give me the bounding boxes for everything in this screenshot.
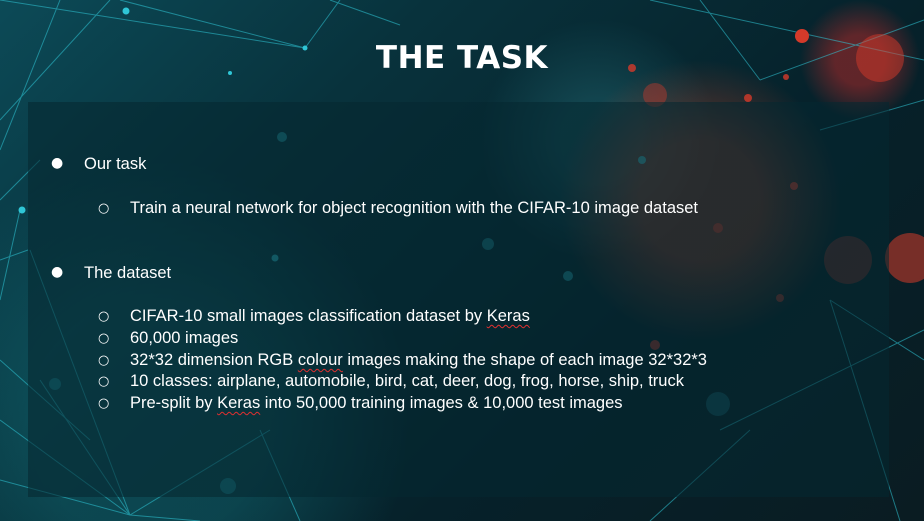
list-item-split: Pre-split by Keras into 50,000 training … [130, 394, 623, 413]
bullet-marker: ● [51, 264, 64, 280]
item-text: 32*32 dimension RGB [130, 351, 298, 369]
sub-bullet-marker: ○ [98, 309, 110, 324]
section-heading-dataset: The dataset [84, 264, 172, 282]
item-text: images making the shape of each image 32… [342, 351, 707, 369]
bullet-list: ● Our task ○ Train a neural network for … [0, 0, 924, 521]
list-item-classes: 10 classes: airplane, automobile, bird, … [130, 372, 684, 390]
sub-bullet-marker: ○ [98, 331, 110, 346]
spellcheck-flagged-word: Keras [217, 394, 261, 412]
sub-bullet-marker: ○ [98, 201, 110, 216]
list-item-dataset-source: CIFAR-10 small images classification dat… [130, 307, 530, 326]
item-text: into 50,000 training images & 10,000 tes… [260, 394, 623, 412]
list-item-dimensions: 32*32 dimension RGB colour images making… [130, 351, 707, 370]
item-text: Pre-split by [130, 394, 218, 412]
list-item-task: Train a neural network for object recogn… [130, 199, 699, 217]
list-item-image-count: 60,000 images [130, 329, 239, 347]
spellcheck-flagged-word: colour [297, 351, 343, 369]
sub-bullet-marker: ○ [98, 374, 110, 389]
section-heading-our-task: Our task [84, 155, 147, 173]
item-text: CIFAR-10 small images classification dat… [130, 307, 487, 325]
spellcheck-flagged-word: Keras [486, 307, 530, 325]
sub-bullet-marker: ○ [98, 353, 110, 368]
sub-bullet-marker: ○ [98, 396, 110, 411]
bullet-marker: ● [51, 155, 64, 171]
